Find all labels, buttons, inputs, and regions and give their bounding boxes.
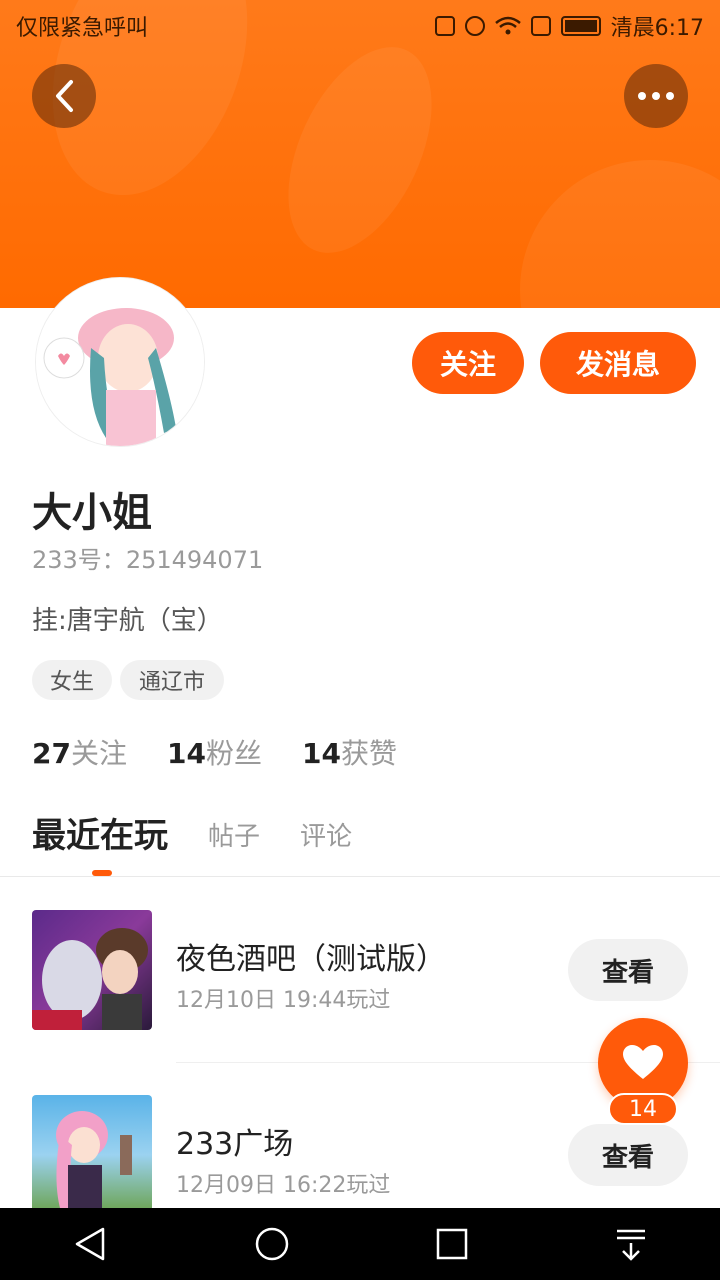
game-title: 夜色酒吧（测试版） bbox=[176, 942, 446, 977]
game-played-time: 12月10日 19:44玩过 bbox=[176, 988, 391, 1013]
clock: 清晨6:17 bbox=[610, 16, 704, 41]
profile-bio: 挂:唐宇航（宝） bbox=[32, 606, 223, 636]
carrier-text: 仅限紧急呼叫 bbox=[16, 16, 149, 41]
message-button[interactable]: 发消息 bbox=[540, 332, 696, 394]
home-circle-icon[interactable] bbox=[254, 1226, 290, 1262]
more-button[interactable] bbox=[624, 64, 688, 128]
more-horizontal-icon bbox=[638, 92, 674, 100]
stat-following-value: 27 bbox=[32, 737, 71, 770]
avatar-illustration bbox=[36, 278, 204, 446]
game-thumbnail-art bbox=[56, 1111, 132, 1215]
stat-likes-value: 14 bbox=[301, 737, 341, 770]
game-thumbnail bbox=[32, 910, 152, 1030]
profile-uid: 233号：251494071 bbox=[32, 540, 263, 575]
recents-square-icon[interactable] bbox=[436, 1228, 468, 1260]
vibrate-icon bbox=[434, 16, 455, 36]
status-bar: 仅限紧急呼叫 清晨6:17 bbox=[0, 0, 720, 48]
stat-fans-label: 粉丝 bbox=[205, 737, 262, 770]
like-count-badge: 14 bbox=[608, 1093, 678, 1125]
game-thumbnail-art bbox=[32, 928, 148, 1030]
tab-comments[interactable]: 评论 bbox=[300, 816, 352, 857]
list-item[interactable]: 夜色酒吧（测试版） 12月10日 19:44玩过 查看 bbox=[0, 890, 720, 1063]
sim-alert-icon bbox=[530, 16, 551, 36]
game-thumbnail bbox=[32, 1095, 152, 1215]
back-triangle-icon[interactable] bbox=[73, 1226, 107, 1262]
follow-button[interactable]: 关注 bbox=[412, 332, 524, 394]
stat-likes-label: 获赞 bbox=[340, 737, 397, 770]
view-button[interactable]: 查看 bbox=[568, 1124, 688, 1186]
game-played-time: 12月09日 16:22玩过 bbox=[176, 1173, 391, 1198]
uid-label: 233号： bbox=[32, 546, 126, 574]
tab-bar: 最近在玩 帖子 评论 bbox=[32, 808, 352, 857]
heart-icon bbox=[623, 1045, 663, 1079]
stats-row: 27关注 14粉丝 14获赞 bbox=[32, 732, 397, 772]
stat-likes[interactable]: 14获赞 bbox=[302, 732, 397, 772]
avatar[interactable] bbox=[36, 278, 204, 446]
system-nav-bar bbox=[0, 1208, 720, 1280]
tab-recently-played[interactable]: 最近在玩 bbox=[32, 808, 168, 857]
tab-divider bbox=[0, 876, 720, 877]
stat-fans[interactable]: 14粉丝 bbox=[167, 732, 262, 772]
notification-pulldown-icon[interactable] bbox=[615, 1227, 647, 1261]
stat-fans-value: 14 bbox=[166, 737, 206, 770]
view-button[interactable]: 查看 bbox=[568, 939, 688, 1001]
stat-following[interactable]: 27关注 bbox=[32, 732, 127, 772]
back-button[interactable] bbox=[32, 64, 96, 128]
profile-name: 大小姐 bbox=[32, 490, 152, 536]
chevron-left-icon bbox=[56, 80, 73, 112]
wifi-icon bbox=[494, 16, 521, 35]
alarm-icon bbox=[464, 16, 485, 36]
game-title: 233广场 bbox=[176, 1127, 294, 1162]
battery-icon bbox=[560, 16, 601, 36]
uid-value: 251494071 bbox=[125, 546, 264, 574]
tag-city: 通辽市 bbox=[120, 660, 224, 700]
tag-gender: 女生 bbox=[32, 660, 112, 700]
status-icons: 清晨6:17 bbox=[434, 10, 704, 42]
tab-posts[interactable]: 帖子 bbox=[208, 816, 260, 857]
stat-following-label: 关注 bbox=[70, 737, 127, 770]
